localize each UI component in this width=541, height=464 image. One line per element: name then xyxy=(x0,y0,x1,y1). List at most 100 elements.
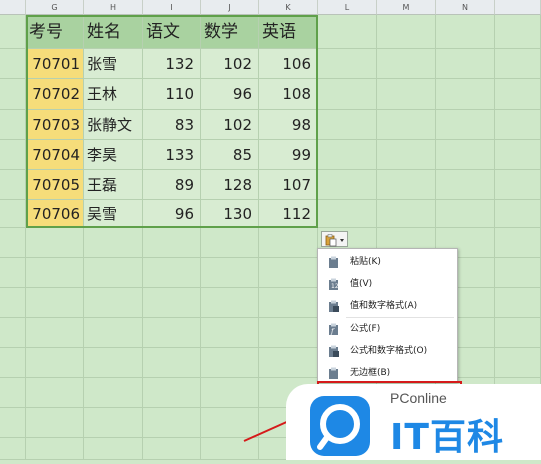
empty-cell[interactable] xyxy=(259,258,318,288)
table-cell[interactable]: 132 xyxy=(143,49,201,79)
table-cell[interactable]: 王磊 xyxy=(84,170,143,200)
table-cell[interactable]: 106 xyxy=(259,49,318,79)
empty-cell[interactable] xyxy=(318,110,377,140)
table-cell[interactable]: 70705 xyxy=(26,170,84,200)
empty-cell[interactable] xyxy=(495,49,541,79)
empty-cell[interactable] xyxy=(201,258,259,288)
empty-cell[interactable] xyxy=(143,348,201,378)
table-header-cell[interactable]: 数学 xyxy=(201,15,259,49)
empty-cell[interactable] xyxy=(318,79,377,110)
menu-item-values[interactable]: 12 值(V) xyxy=(320,274,455,294)
empty-cell[interactable] xyxy=(201,288,259,318)
table-cell[interactable]: 102 xyxy=(201,49,259,79)
empty-cell[interactable] xyxy=(143,288,201,318)
empty-cell[interactable] xyxy=(26,378,84,408)
empty-cell[interactable] xyxy=(318,49,377,79)
empty-cell[interactable] xyxy=(0,228,26,258)
empty-cell[interactable] xyxy=(377,15,436,49)
empty-cell[interactable] xyxy=(201,408,259,438)
empty-cell[interactable] xyxy=(495,258,541,288)
row-header[interactable] xyxy=(0,15,26,49)
empty-cell[interactable] xyxy=(495,318,541,348)
empty-cell[interactable] xyxy=(318,200,377,228)
empty-cell[interactable] xyxy=(495,170,541,200)
empty-cell[interactable] xyxy=(259,318,318,348)
empty-cell[interactable] xyxy=(26,288,84,318)
empty-cell[interactable] xyxy=(26,318,84,348)
row-header[interactable] xyxy=(0,140,26,170)
empty-cell[interactable] xyxy=(26,408,84,438)
empty-cell[interactable] xyxy=(84,408,143,438)
empty-cell[interactable] xyxy=(84,348,143,378)
empty-cell[interactable] xyxy=(26,258,84,288)
empty-cell[interactable] xyxy=(84,228,143,258)
column-header-g[interactable]: G xyxy=(26,0,84,15)
empty-cell[interactable] xyxy=(495,348,541,378)
table-cell[interactable]: 吴雪 xyxy=(84,200,143,228)
row-header[interactable] xyxy=(0,170,26,200)
table-cell[interactable]: 89 xyxy=(143,170,201,200)
paste-options-button[interactable] xyxy=(321,231,348,247)
table-cell[interactable]: 102 xyxy=(201,110,259,140)
empty-cell[interactable] xyxy=(84,378,143,408)
column-header-l[interactable]: L xyxy=(318,0,377,15)
table-cell[interactable]: 108 xyxy=(259,79,318,110)
empty-cell[interactable] xyxy=(201,228,259,258)
table-cell[interactable]: 70703 xyxy=(26,110,84,140)
table-cell[interactable]: 99 xyxy=(259,140,318,170)
empty-cell[interactable] xyxy=(84,318,143,348)
empty-cell[interactable] xyxy=(26,348,84,378)
empty-cell[interactable] xyxy=(495,228,541,258)
row-header[interactable] xyxy=(0,200,26,228)
empty-cell[interactable] xyxy=(201,438,259,460)
row-header[interactable] xyxy=(0,49,26,79)
empty-cell[interactable] xyxy=(201,348,259,378)
empty-cell[interactable] xyxy=(0,348,26,378)
empty-cell[interactable] xyxy=(436,200,495,228)
table-cell[interactable]: 112 xyxy=(259,200,318,228)
empty-cell[interactable] xyxy=(0,318,26,348)
table-header-cell[interactable]: 姓名 xyxy=(84,15,143,49)
empty-cell[interactable] xyxy=(495,140,541,170)
empty-cell[interactable] xyxy=(201,378,259,408)
empty-cell[interactable] xyxy=(377,49,436,79)
empty-cell[interactable] xyxy=(26,228,84,258)
empty-cell[interactable] xyxy=(143,258,201,288)
menu-item-values-number-format[interactable]: 值和数字格式(A) xyxy=(320,296,455,316)
table-cell[interactable]: 83 xyxy=(143,110,201,140)
select-all-corner[interactable] xyxy=(0,0,26,15)
table-cell[interactable]: 110 xyxy=(143,79,201,110)
table-cell[interactable]: 98 xyxy=(259,110,318,140)
empty-cell[interactable] xyxy=(259,228,318,258)
table-cell[interactable]: 张雪 xyxy=(84,49,143,79)
empty-cell[interactable] xyxy=(377,140,436,170)
empty-cell[interactable] xyxy=(84,288,143,318)
empty-cell[interactable] xyxy=(0,438,26,460)
table-cell[interactable]: 130 xyxy=(201,200,259,228)
table-cell[interactable]: 70701 xyxy=(26,49,84,79)
empty-cell[interactable] xyxy=(143,318,201,348)
table-cell[interactable]: 李昊 xyxy=(84,140,143,170)
empty-cell[interactable] xyxy=(436,79,495,110)
empty-cell[interactable] xyxy=(143,378,201,408)
column-header-i[interactable]: I xyxy=(143,0,201,15)
empty-cell[interactable] xyxy=(0,258,26,288)
column-header-k[interactable]: K xyxy=(259,0,318,15)
empty-cell[interactable] xyxy=(436,170,495,200)
empty-cell[interactable] xyxy=(377,200,436,228)
menu-item-paste[interactable]: 粘贴(K) xyxy=(320,252,455,272)
table-cell[interactable]: 70704 xyxy=(26,140,84,170)
empty-cell[interactable] xyxy=(495,79,541,110)
menu-item-formula-number-format[interactable]: 公式和数字格式(O) xyxy=(320,341,455,361)
table-cell[interactable]: 128 xyxy=(201,170,259,200)
menu-item-formula[interactable]: f 公式(F) xyxy=(320,319,455,339)
column-header-j[interactable]: J xyxy=(201,0,259,15)
empty-cell[interactable] xyxy=(495,288,541,318)
empty-cell[interactable] xyxy=(436,140,495,170)
empty-cell[interactable] xyxy=(377,170,436,200)
empty-cell[interactable] xyxy=(201,318,259,348)
table-cell[interactable]: 133 xyxy=(143,140,201,170)
column-header-n[interactable]: N xyxy=(436,0,495,15)
table-cell[interactable]: 107 xyxy=(259,170,318,200)
table-header-cell[interactable]: 考号 xyxy=(26,15,84,49)
